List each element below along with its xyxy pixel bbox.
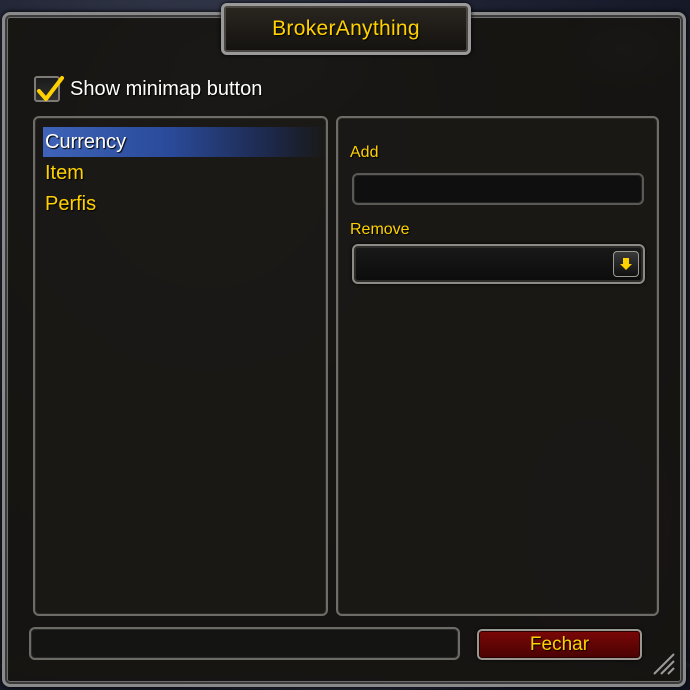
close-button-label: Fechar <box>529 633 590 655</box>
remove-label: Remove <box>350 221 410 238</box>
category-tree-panel: Currency Item Perfis <box>33 116 328 616</box>
add-input[interactable] <box>352 173 644 205</box>
window-title-bar[interactable]: BrokerAnything <box>221 3 471 55</box>
chevron-down-icon <box>620 258 632 270</box>
show-minimap-checkbox[interactable] <box>34 76 64 102</box>
resize-grip-icon[interactable] <box>650 650 676 676</box>
tree-item-perfis[interactable]: Perfis <box>43 189 326 219</box>
check-icon <box>37 76 64 101</box>
tree-item-item[interactable]: Item <box>43 158 326 188</box>
window-title: BrokerAnything <box>272 17 420 40</box>
add-label: Add <box>350 144 379 161</box>
remove-dropdown-button[interactable] <box>613 251 639 277</box>
status-bar <box>29 627 460 660</box>
tree-item-currency[interactable]: Currency <box>43 127 326 157</box>
remove-dropdown[interactable] <box>352 244 645 284</box>
show-minimap-option[interactable]: Show minimap button <box>34 76 262 102</box>
close-button[interactable]: Fechar <box>477 629 642 660</box>
show-minimap-label: Show minimap button <box>70 77 263 100</box>
